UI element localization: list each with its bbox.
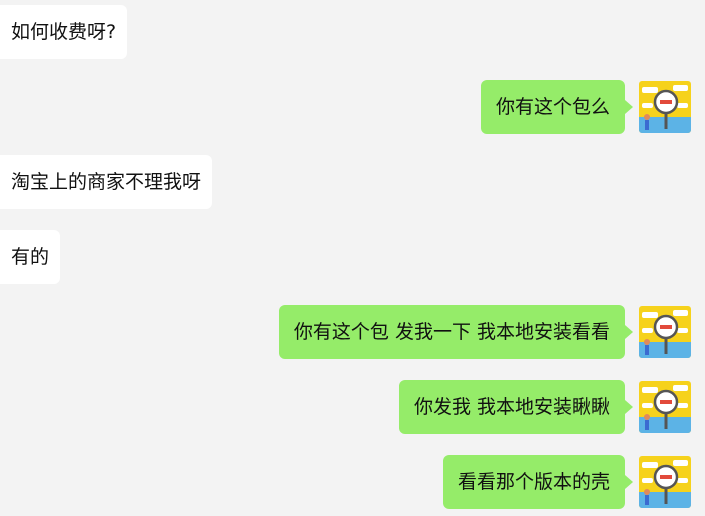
message-row: 有的 [0,230,705,284]
avatar-magnifier-icon[interactable] [639,456,691,508]
outgoing-message-bubble[interactable]: 你有这个包么 [480,80,634,134]
incoming-message-bubble[interactable]: 淘宝上的商家不理我呀 [0,155,213,209]
message-row: 你发我 我本地安装瞅瞅 [0,380,705,434]
message-row: 淘宝上的商家不理我呀 [0,155,705,209]
message-row: 你有这个包 发我一下 我本地安装看看 [0,305,705,359]
message-row: 看看那个版本的壳 [0,455,705,509]
incoming-message-bubble[interactable]: 有的 [0,230,61,284]
avatar-magnifier-icon[interactable] [639,81,691,133]
outgoing-message-bubble[interactable]: 你发我 我本地安装瞅瞅 [398,380,634,434]
outgoing-message-bubble[interactable]: 看看那个版本的壳 [442,455,634,509]
message-row: 你有这个包么 [0,80,705,134]
avatar-magnifier-icon[interactable] [639,306,691,358]
incoming-message-bubble[interactable]: 如何收费呀? [0,5,128,59]
avatar-magnifier-icon[interactable] [639,381,691,433]
outgoing-message-bubble[interactable]: 你有这个包 发我一下 我本地安装看看 [278,305,634,359]
message-row: 如何收费呀? [0,5,705,59]
